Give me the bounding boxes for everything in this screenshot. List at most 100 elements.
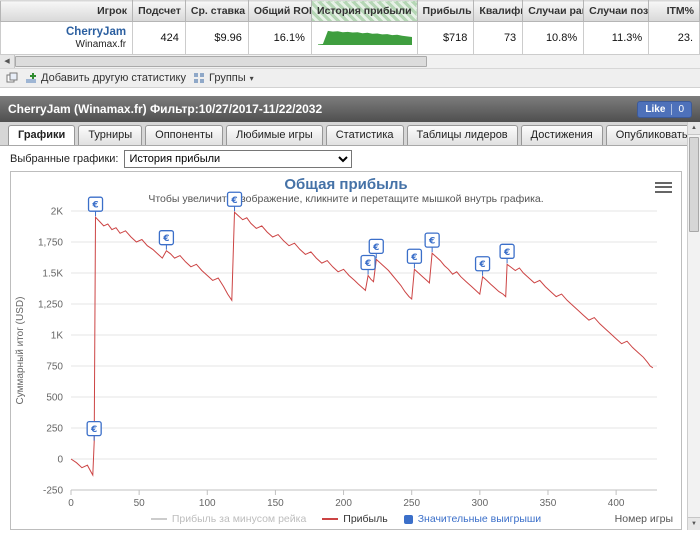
svg-text:1.5K: 1.5K: [42, 269, 63, 280]
table-row[interactable]: CherryJam Winamax.fr 424 $9.96 16.1% $71…: [0, 21, 700, 55]
chevron-down-icon: ▾: [249, 73, 254, 83]
graph-picker-row: Выбранные графики: История прибыли: [10, 146, 682, 171]
col-total-roi[interactable]: Общий ROI: [247, 0, 312, 22]
late-cases-cell: 11.3%: [583, 21, 650, 55]
chart-subtitle: Чтобы увеличить изображение, кликните и …: [148, 193, 544, 205]
svg-text:1K: 1K: [51, 331, 64, 342]
groups-icon: [194, 73, 204, 83]
svg-text:€: €: [478, 260, 485, 270]
horizontal-scrollbar[interactable]: ◀: [0, 55, 700, 69]
svg-text:€: €: [364, 259, 371, 269]
col-late-cases[interactable]: Случаи поздн: [583, 0, 650, 22]
col-player[interactable]: Игрок: [0, 0, 134, 22]
tab-statistics[interactable]: Статистика: [325, 125, 404, 145]
add-statistic-button[interactable]: Добавить другую статистику: [25, 72, 186, 84]
like-count: 0: [671, 103, 684, 115]
col-count[interactable]: Подсчет: [132, 0, 186, 22]
profit-sparkline: [317, 30, 412, 45]
legend-line-sample: [322, 518, 339, 520]
chart-legend: Прибыль за минусом рейка Прибыль Значите…: [11, 509, 681, 529]
col-itm[interactable]: ITM%: [648, 0, 700, 22]
tab-favorite-games[interactable]: Любимые игры: [225, 125, 323, 145]
col-early-cases[interactable]: Случаи ран: [522, 0, 585, 22]
scroll-down-icon[interactable]: ▼: [688, 517, 700, 530]
svg-text:0: 0: [68, 498, 74, 509]
svg-text:€: €: [428, 237, 435, 247]
svg-text:400: 400: [608, 498, 625, 509]
col-qualified[interactable]: Квалифи: [473, 0, 524, 22]
tab-leaderboards[interactable]: Таблицы лидеров: [406, 125, 518, 145]
player-detail-section: CherryJam (Winamax.fr) Фильтр:10/27/2017…: [0, 96, 700, 530]
svg-text:€: €: [410, 253, 417, 263]
svg-text:€: €: [230, 196, 237, 206]
sparkline-cell[interactable]: [310, 21, 418, 55]
total-roi-cell: 16.1%: [247, 21, 312, 55]
section-title: CherryJam (Winamax.fr) Фильтр:10/27/2017…: [8, 102, 323, 116]
svg-text:100: 100: [199, 498, 216, 509]
legend-line-sample: [150, 518, 167, 520]
add-statistic-label: Добавить другую статистику: [41, 72, 186, 84]
legend-label: Прибыль за минусом рейка: [171, 513, 307, 525]
scroll-up-icon[interactable]: ▲: [688, 122, 700, 135]
player-stats-table: Игрок Подсчет Ср. ставка Общий ROI Истор…: [0, 0, 700, 55]
stats-header-row: Игрок Подсчет Ср. ставка Общий ROI Истор…: [0, 0, 700, 22]
like-label: Like: [645, 103, 666, 115]
avg-stake-cell: $9.96: [184, 21, 249, 55]
svg-text:200: 200: [335, 498, 352, 509]
legend-label: Значительные выигрыши: [417, 513, 542, 525]
legend-marker-sample: [403, 514, 413, 524]
col-profit[interactable]: Прибыль: [416, 0, 475, 22]
svg-text:2K: 2K: [51, 207, 64, 218]
scroll-left-icon[interactable]: ◀: [0, 55, 15, 68]
svg-text:50: 50: [134, 498, 146, 509]
facebook-like-button[interactable]: Like 0: [637, 100, 692, 118]
player-name-link[interactable]: CherryJam: [7, 26, 126, 38]
early-cases-cell: 10.8%: [522, 21, 585, 55]
tab-publish[interactable]: Опубликовать: [605, 125, 698, 145]
player-cell[interactable]: CherryJam Winamax.fr: [0, 21, 134, 55]
groups-label: Группы: [209, 72, 246, 84]
groups-button[interactable]: Группы ▾: [193, 72, 254, 84]
y-axis-title: Суммарный итог (USD): [15, 297, 26, 405]
svg-text:250: 250: [46, 424, 63, 435]
section-body: Графики Турниры Оппоненты Любимые игры С…: [0, 122, 700, 530]
svg-text:€: €: [372, 243, 379, 253]
svg-text:€: €: [91, 201, 98, 211]
svg-text:0: 0: [57, 455, 63, 466]
col-avg-stake[interactable]: Ср. ставка: [184, 0, 249, 22]
profit-chart-plot[interactable]: 2K 1,750 1.5K 1,250 1K 750 500 250 0 -250 0 50 100 15…: [11, 191, 665, 509]
legend-label: Прибыль: [343, 513, 388, 525]
vertical-scroll-thumb[interactable]: [689, 137, 699, 232]
profit-line: [70, 211, 654, 477]
x-axis-title: Номер игры: [614, 513, 673, 525]
copy-table-button[interactable]: [6, 72, 18, 84]
col-profit-history[interactable]: История прибыли: [310, 0, 418, 22]
legend-item-rake[interactable]: Прибыль за минусом рейка: [150, 513, 307, 525]
profit-cell: $718: [416, 21, 475, 55]
svg-text:-250: -250: [43, 486, 63, 497]
copy-icon: [6, 72, 18, 83]
tab-achievements[interactable]: Достижения: [520, 125, 603, 145]
legend-item-significant-wins[interactable]: Значительные выигрыши: [403, 513, 542, 525]
legend-item-profit[interactable]: Прибыль: [322, 513, 388, 525]
profit-chart-panel: Общая прибыль Чтобы увеличить изображени…: [10, 171, 682, 530]
svg-text:150: 150: [267, 498, 284, 509]
tab-tournaments[interactable]: Турниры: [78, 125, 143, 145]
svg-text:250: 250: [403, 498, 420, 509]
svg-text:€: €: [503, 248, 510, 258]
graph-picker-label: Выбранные графики:: [10, 153, 119, 165]
svg-text:350: 350: [540, 498, 557, 509]
tab-graphs[interactable]: Графики: [8, 125, 76, 145]
tab-opponents[interactable]: Оппоненты: [145, 125, 223, 145]
svg-text:750: 750: [46, 362, 63, 373]
qualified-cell: 73: [473, 21, 524, 55]
count-cell: 424: [132, 21, 186, 55]
chart-menu-icon[interactable]: [655, 179, 672, 195]
player-site: Winamax.fr: [75, 39, 127, 50]
svg-text:€: €: [90, 425, 97, 435]
vertical-scrollbar[interactable]: ▲ ▼: [687, 122, 700, 530]
graph-select[interactable]: История прибыли: [124, 150, 353, 168]
section-header: CherryJam (Winamax.fr) Фильтр:10/27/2017…: [0, 96, 700, 122]
svg-text:€: €: [162, 234, 169, 244]
horizontal-scroll-thumb[interactable]: [15, 56, 427, 67]
